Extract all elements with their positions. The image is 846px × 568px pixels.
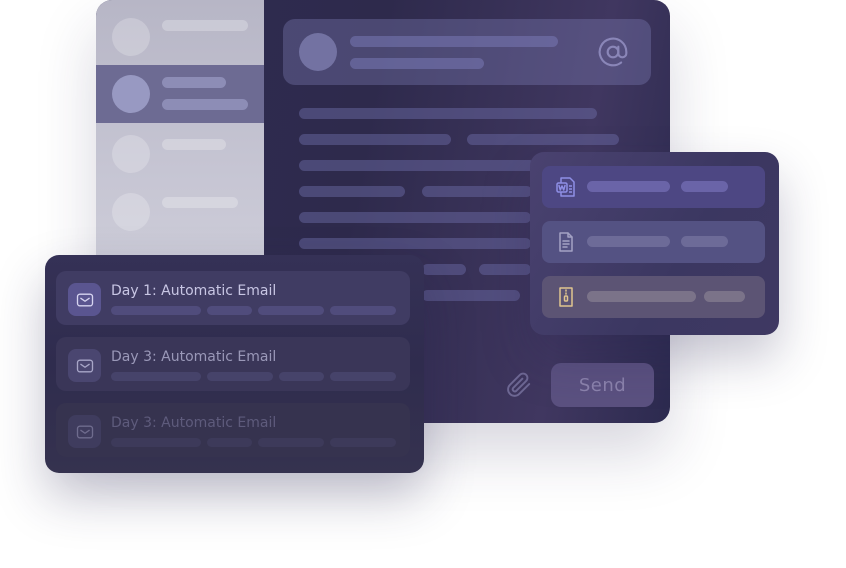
file-row-zip[interactable] — [542, 276, 765, 318]
sequence-item-title: Day 3: Automatic Email — [111, 415, 277, 431]
sequence-item-meta — [207, 372, 273, 381]
contact-name-placeholder — [162, 139, 226, 150]
subject-placeholder — [350, 36, 558, 47]
body-line — [422, 264, 466, 275]
sender-avatar — [299, 33, 337, 71]
file-name-placeholder — [587, 291, 696, 302]
sequence-item-meta — [330, 438, 396, 447]
sequence-item-day1[interactable]: Day 1: Automatic Email — [56, 271, 410, 325]
sequence-item-meta — [111, 438, 201, 447]
file-size-placeholder — [681, 236, 728, 247]
contact-name-placeholder — [162, 77, 226, 88]
email-sequence-panel: Day 1: Automatic Email Day 3: Automatic … — [45, 255, 424, 473]
zip-file-icon — [559, 287, 573, 307]
word-document-icon — [556, 177, 575, 197]
contact-item[interactable] — [96, 125, 264, 183]
sequence-item-meta — [330, 306, 396, 315]
sequence-item-title: Day 3: Automatic Email — [111, 349, 277, 365]
mail-icon — [76, 359, 93, 372]
sequence-item-meta — [207, 438, 252, 447]
sequence-item-meta — [279, 372, 324, 381]
contact-name-placeholder — [162, 197, 238, 208]
sequence-item-title: Day 1: Automatic Email — [111, 283, 277, 299]
at-sign-icon[interactable] — [597, 36, 629, 68]
body-line — [299, 186, 405, 197]
body-line — [479, 264, 531, 275]
file-row-word[interactable] — [542, 166, 765, 208]
mail-icon — [76, 425, 93, 438]
file-name-placeholder — [587, 236, 670, 247]
body-line — [299, 134, 451, 145]
file-size-placeholder — [704, 291, 745, 302]
sequence-item-meta — [330, 372, 396, 381]
body-line — [299, 108, 597, 119]
sequence-item-meta — [207, 306, 252, 315]
paperclip-icon[interactable] — [506, 372, 532, 398]
file-row-text[interactable] — [542, 221, 765, 263]
sender-placeholder — [350, 58, 484, 69]
avatar — [112, 18, 150, 56]
avatar — [112, 75, 150, 113]
contact-item[interactable] — [96, 183, 264, 241]
body-line — [422, 290, 520, 301]
send-button[interactable]: Send — [551, 363, 654, 407]
body-line — [299, 212, 531, 223]
sequence-item-day3-next[interactable]: Day 3: Automatic Email — [56, 403, 410, 457]
mail-icon-badge — [68, 349, 101, 382]
avatar — [112, 193, 150, 231]
mail-icon-badge — [68, 415, 101, 448]
text-document-icon — [559, 232, 573, 252]
avatar — [112, 135, 150, 173]
contact-preview-placeholder — [162, 99, 248, 110]
mail-icon-badge — [68, 283, 101, 316]
contact-item-active[interactable] — [96, 65, 264, 123]
mail-icon — [76, 293, 93, 306]
body-line — [299, 160, 535, 171]
attachments-panel — [530, 152, 779, 335]
body-line — [422, 186, 532, 197]
contact-item[interactable] — [96, 8, 264, 66]
sequence-item-day3[interactable]: Day 3: Automatic Email — [56, 337, 410, 391]
contact-name-placeholder — [162, 20, 248, 31]
body-line — [467, 134, 619, 145]
sequence-item-meta — [111, 306, 201, 315]
sequence-item-meta — [258, 306, 324, 315]
file-name-placeholder — [587, 181, 670, 192]
sequence-item-meta — [258, 438, 324, 447]
body-line — [299, 238, 531, 249]
sequence-item-meta — [111, 372, 201, 381]
mail-header — [283, 19, 651, 85]
file-size-placeholder — [681, 181, 728, 192]
